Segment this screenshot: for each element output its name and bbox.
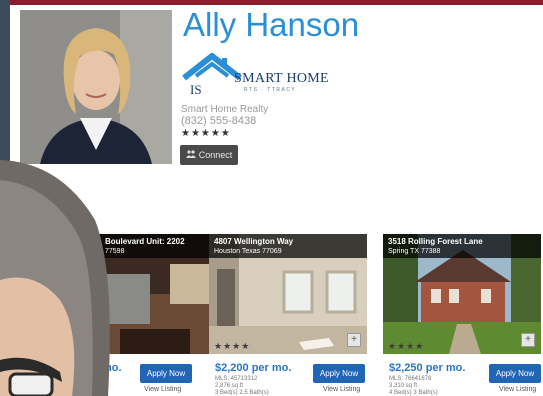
add-icon[interactable]: + (347, 333, 361, 347)
house-roof-icon: IS (182, 53, 242, 97)
phone-number[interactable]: (832) 555-8438 (181, 115, 256, 127)
listing-rating-stars: ★★★★ (388, 341, 425, 351)
listing-caption: 3518 Rolling Forest Lane Spring TX 77388 (383, 234, 541, 258)
view-listing-link[interactable]: View Listing (499, 386, 536, 393)
listing-mls: MLS: 45713312 (215, 376, 258, 382)
agent-name: Ally Hanson (183, 6, 360, 43)
view-listing-link[interactable]: View Listing (323, 386, 360, 393)
company-name: Smart Home Realty (181, 104, 269, 115)
agent-photo (20, 10, 172, 164)
listing-beds: 4 Bed(s) 3 Bath(s) (389, 390, 438, 396)
listing-mls: MLS: 76641678 (389, 376, 432, 382)
listing-photo[interactable]: 4807 Wellington Way Houston Texas 77069 … (209, 234, 367, 354)
listing-price: $2,200 per mo. (215, 362, 292, 374)
listing-address: 4807 Wellington Way (214, 237, 294, 246)
listing-card[interactable]: 3518 Rolling Forest Lane Spring TX 77388… (383, 234, 541, 396)
listing-card[interactable]: 4807 Wellington Way Houston Texas 77069 … (209, 234, 367, 396)
logo-name: SMART HOME (234, 71, 329, 86)
agent-rating-stars: ★★★★★ (181, 128, 231, 139)
listing-rating-stars: ★★★★ (214, 341, 251, 351)
view-listing-link[interactable]: View Listing (144, 386, 181, 393)
listing-price: $2,250 per mo. (389, 362, 466, 374)
top-bar (10, 0, 543, 5)
apply-now-button[interactable]: Apply Now (313, 364, 365, 383)
company-logo: IS SMART HOME RTS · TTRACY (182, 52, 329, 97)
overlay-person-photo (0, 160, 115, 396)
listing-caption: 4807 Wellington Way Houston Texas 77069 (209, 234, 367, 258)
apply-now-button[interactable]: Apply Now (489, 364, 541, 383)
connect-label: Connect (198, 150, 233, 160)
listing-city: Spring TX 77388 (388, 248, 441, 255)
listing-address: 3518 Rolling Forest Lane (388, 237, 483, 246)
logo-tagline: RTS · TTRACY (244, 87, 297, 93)
listing-photo[interactable]: 3518 Rolling Forest Lane Spring TX 77388… (383, 234, 541, 354)
add-icon[interactable]: + (521, 333, 535, 347)
svg-text:IS: IS (190, 82, 202, 96)
connect-button[interactable]: Connect (180, 145, 238, 165)
listing-city: Houston Texas 77069 (214, 248, 282, 255)
listing-sqft: 3,310 sq ft (389, 383, 418, 389)
listing-sqft: 2,876 sq ft (215, 383, 244, 389)
users-icon (185, 150, 196, 160)
listing-beds: 3 Bed(s) 2.5 Bath(s) (215, 390, 269, 396)
apply-now-button[interactable]: Apply Now (140, 364, 192, 383)
